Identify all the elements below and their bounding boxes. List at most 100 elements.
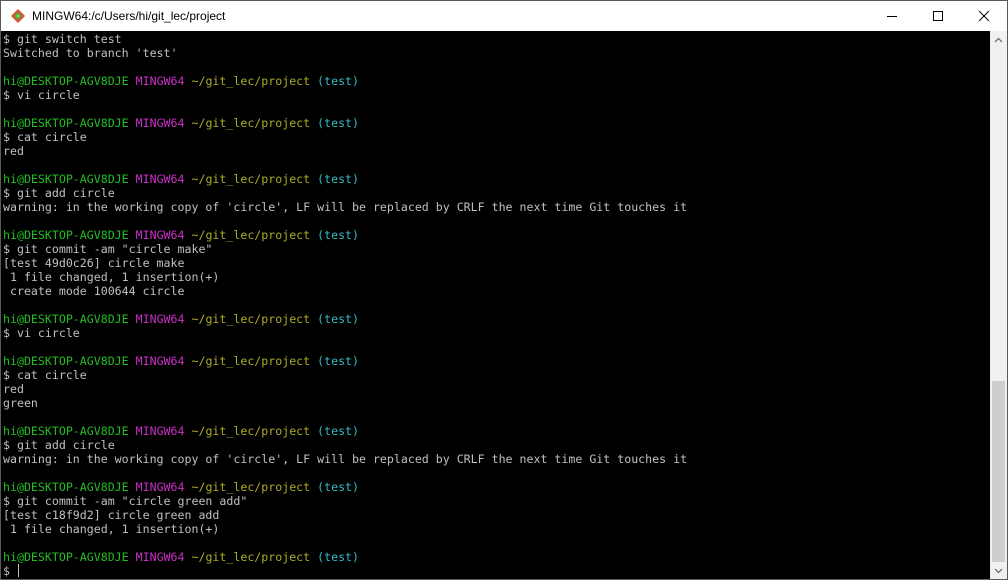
maximize-icon xyxy=(933,11,943,21)
prompt-line: hi@DESKTOP-AGV8DJE MINGW64 ~/git_lec/pro… xyxy=(3,228,687,242)
prompt-system: MINGW64 xyxy=(135,312,185,326)
prompt-system: MINGW64 xyxy=(135,74,185,88)
prompt-line: hi@DESKTOP-AGV8DJE MINGW64 ~/git_lec/pro… xyxy=(3,172,687,186)
line-text: $ git add circle xyxy=(3,438,115,452)
window-title: MINGW64:/c/Users/hi/git_lec/project xyxy=(32,9,226,23)
line-text: [test 49d0c26] circle make xyxy=(3,256,185,270)
input-line: $ xyxy=(3,564,687,578)
line-text: green xyxy=(3,396,38,410)
prompt-path: ~/git_lec/project xyxy=(191,312,311,326)
prompt-path: ~/git_lec/project xyxy=(191,74,311,88)
line-text: $ git commit -am "circle green add" xyxy=(3,494,248,508)
line-text: $ vi circle xyxy=(3,326,80,340)
output-line: $ git commit -am "circle green add" xyxy=(3,494,687,508)
line-text: 1 file changed, 1 insertion(+) xyxy=(3,522,220,536)
text-cursor[interactable] xyxy=(17,564,19,577)
maximize-button[interactable] xyxy=(915,1,961,31)
prompt-path: ~/git_lec/project xyxy=(191,424,311,438)
output-line: warning: in the working copy of 'circle'… xyxy=(3,452,687,466)
output-line: $ git add circle xyxy=(3,186,687,200)
prompt-user-host: hi@DESKTOP-AGV8DJE xyxy=(3,228,129,242)
prompt-user-host: hi@DESKTOP-AGV8DJE xyxy=(3,116,129,130)
prompt-system: MINGW64 xyxy=(135,354,185,368)
line-text: $ cat circle xyxy=(3,130,87,144)
prompt-branch: (test) xyxy=(317,116,360,130)
output-line: $ cat circle xyxy=(3,130,687,144)
terminal-window: MINGW64:/c/Users/hi/git_lec/project $ gi… xyxy=(0,0,1008,580)
output-line: $ vi circle xyxy=(3,326,687,340)
prompt-branch: (test) xyxy=(317,480,360,494)
chevron-up-icon xyxy=(994,37,1003,42)
line-text: create mode 100644 circle xyxy=(3,284,185,298)
output-line: warning: in the working copy of 'circle'… xyxy=(3,200,687,214)
output-line: $ cat circle xyxy=(3,368,687,382)
line-text: $ git commit -am "circle make" xyxy=(3,242,213,256)
terminal-lines: $ git switch test Switched to branch 'tes… xyxy=(3,32,687,578)
git-bash-diamond-icon[interactable] xyxy=(10,8,26,24)
prompt-path: ~/git_lec/project xyxy=(191,550,311,564)
output-line: Switched to branch 'test' xyxy=(3,46,687,60)
output-line: 1 file changed, 1 insertion(+) xyxy=(3,270,687,284)
line-text: red xyxy=(3,382,24,396)
prompt-branch: (test) xyxy=(317,172,360,186)
input-prompt: $ xyxy=(3,564,17,578)
prompt-user-host: hi@DESKTOP-AGV8DJE xyxy=(3,172,129,186)
prompt-user-host: hi@DESKTOP-AGV8DJE xyxy=(3,354,129,368)
prompt-user-host: hi@DESKTOP-AGV8DJE xyxy=(3,312,129,326)
prompt-branch: (test) xyxy=(317,312,360,326)
prompt-system: MINGW64 xyxy=(135,172,185,186)
title-bar[interactable]: MINGW64:/c/Users/hi/git_lec/project xyxy=(1,1,1007,31)
chevron-down-icon xyxy=(994,568,1003,573)
prompt-system: MINGW64 xyxy=(135,424,185,438)
prompt-system: MINGW64 xyxy=(135,116,185,130)
minimize-icon xyxy=(887,16,897,17)
output-line: [test c18f9d2] circle green add xyxy=(3,508,687,522)
minimize-button[interactable] xyxy=(869,1,915,31)
output-line: green xyxy=(3,396,687,410)
scroll-down-button[interactable] xyxy=(990,562,1007,579)
prompt-line: hi@DESKTOP-AGV8DJE MINGW64 ~/git_lec/pro… xyxy=(3,480,687,494)
line-text: warning: in the working copy of 'circle'… xyxy=(3,200,688,214)
prompt-path: ~/git_lec/project xyxy=(191,228,311,242)
close-button[interactable] xyxy=(961,1,1007,31)
line-text: $ git switch test xyxy=(3,32,122,46)
prompt-branch: (test) xyxy=(317,354,360,368)
output-line: $ git add circle xyxy=(3,438,687,452)
prompt-branch: (test) xyxy=(317,424,360,438)
prompt-line: hi@DESKTOP-AGV8DJE MINGW64 ~/git_lec/pro… xyxy=(3,74,687,88)
line-text: [test c18f9d2] circle green add xyxy=(3,508,220,522)
line-text: Switched to branch 'test' xyxy=(3,46,178,60)
line-text: $ git add circle xyxy=(3,186,115,200)
prompt-branch: (test) xyxy=(317,74,360,88)
scrollbar-thumb[interactable] xyxy=(992,381,1005,562)
close-icon xyxy=(978,10,990,22)
vertical-scrollbar[interactable] xyxy=(990,31,1007,579)
prompt-line: hi@DESKTOP-AGV8DJE MINGW64 ~/git_lec/pro… xyxy=(3,116,687,130)
line-text: red xyxy=(3,144,24,158)
prompt-user-host: hi@DESKTOP-AGV8DJE xyxy=(3,480,129,494)
line-text: warning: in the working copy of 'circle'… xyxy=(3,452,688,466)
prompt-path: ~/git_lec/project xyxy=(191,354,311,368)
prompt-path: ~/git_lec/project xyxy=(191,172,311,186)
terminal-output[interactable]: $ git switch test Switched to branch 'tes… xyxy=(1,31,990,579)
prompt-branch: (test) xyxy=(317,550,360,564)
prompt-path: ~/git_lec/project xyxy=(191,480,311,494)
prompt-system: MINGW64 xyxy=(135,228,185,242)
output-line: create mode 100644 circle xyxy=(3,284,687,298)
prompt-line: hi@DESKTOP-AGV8DJE MINGW64 ~/git_lec/pro… xyxy=(3,424,687,438)
line-text: $ cat circle xyxy=(3,368,87,382)
scroll-up-button[interactable] xyxy=(990,31,1007,48)
prompt-line: hi@DESKTOP-AGV8DJE MINGW64 ~/git_lec/pro… xyxy=(3,312,687,326)
output-line: [test 49d0c26] circle make xyxy=(3,256,687,270)
prompt-path: ~/git_lec/project xyxy=(191,116,311,130)
output-line: $ git commit -am "circle make" xyxy=(3,242,687,256)
prompt-user-host: hi@DESKTOP-AGV8DJE xyxy=(3,550,129,564)
